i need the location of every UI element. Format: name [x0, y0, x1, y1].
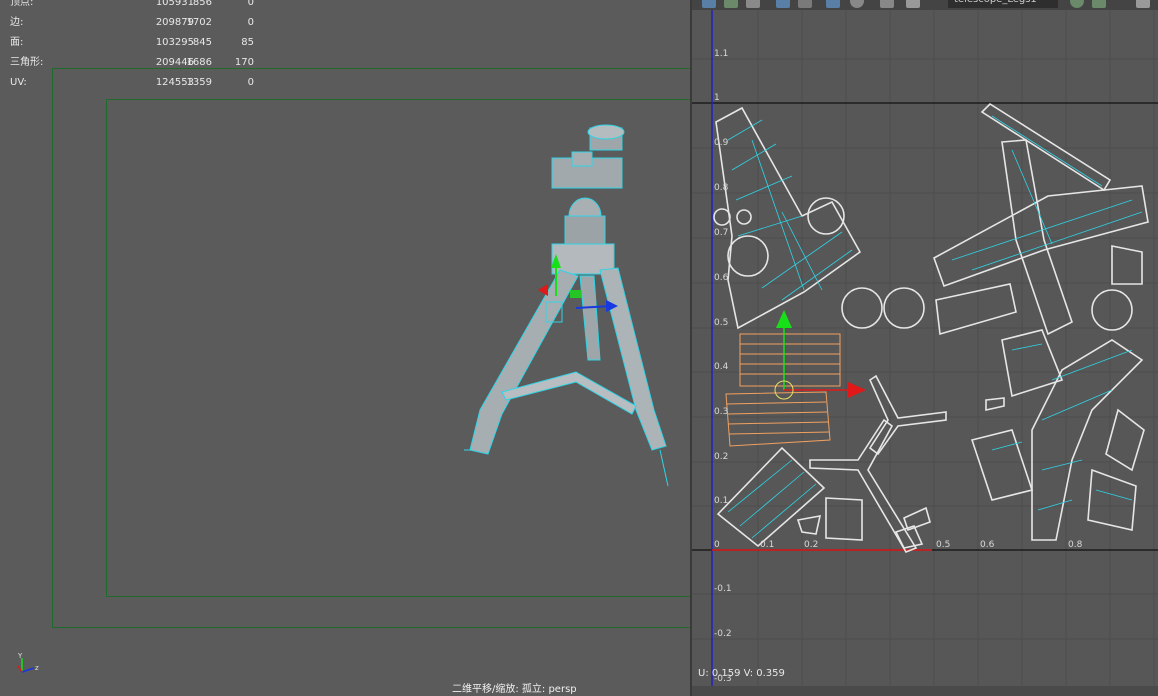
uv-shell-disc — [1091, 289, 1133, 331]
uv-toolbar-button[interactable] — [746, 0, 760, 8]
camera-top — [571, 151, 593, 167]
uv-toolbar-button[interactable] — [906, 0, 920, 8]
manipulator-plane-handle[interactable] — [570, 290, 582, 298]
uv-shell-panel — [935, 283, 1017, 336]
uv-u-tick: 0.8 — [1068, 540, 1083, 550]
uv-shell-disc — [727, 235, 769, 277]
uv-v-tick: 1 — [714, 93, 720, 103]
uv-toolbar-button[interactable] — [1070, 0, 1084, 8]
uv-editor-panel[interactable]: telescope_Legs1 1.1 1 0.9 0.8 0.7 0.6 0.… — [690, 0, 1158, 696]
uv-shell-curve — [1031, 339, 1144, 541]
uv-toolbar-button[interactable] — [776, 0, 790, 8]
uv-manip-u-arrow[interactable] — [848, 382, 866, 398]
uv-u-tick: 0.1 — [760, 540, 775, 550]
foot-right — [659, 449, 669, 487]
tripod-leg-right — [599, 267, 667, 451]
uv-v-tick: 1.1 — [714, 49, 729, 59]
uv-shell-arm — [933, 185, 1149, 288]
hud-value: 170 — [234, 57, 254, 68]
uv-u-tick: 0.6 — [980, 540, 995, 550]
uv-v-tick: 0.8 — [714, 183, 729, 193]
uv-toolbar-button[interactable] — [1136, 0, 1150, 8]
hud-value: 1686 — [186, 57, 212, 68]
uv-shell-wedge — [796, 514, 822, 535]
hud-label: 面: — [10, 37, 24, 48]
hud-value: 0 — [247, 77, 254, 88]
uv-coordinate-readout: U: 0.159 V: 0.359 — [698, 668, 785, 679]
uv-shell-ring — [841, 287, 883, 329]
hud-label: UV: — [10, 77, 27, 88]
uv-shell-y-piece — [868, 374, 947, 456]
uv-shell-disc — [807, 197, 845, 235]
uv-u-tick: 0.2 — [804, 540, 819, 550]
uv-v-tick: 0.3 — [714, 407, 729, 417]
uv-toolbar-button[interactable] — [850, 0, 864, 8]
hud-value: 85 — [241, 37, 254, 48]
uv-shell-strip — [980, 102, 1112, 192]
uv-shell-block — [970, 429, 1034, 501]
uv-shell-block — [903, 506, 931, 532]
hud-value: 0 — [247, 0, 254, 8]
uv-shell-block — [1001, 329, 1064, 398]
uv-toolbar-button[interactable] — [1092, 0, 1106, 8]
uv-v-tick: 0 — [714, 540, 720, 550]
uv-v-tick: 0.6 — [714, 273, 729, 283]
hud-value: 0 — [247, 17, 254, 28]
gizmo-z-label: z — [35, 664, 39, 672]
mount-knob — [587, 124, 625, 140]
uv-v-tick: -0.2 — [714, 629, 732, 639]
uv-toolbar-button[interactable] — [724, 0, 738, 8]
hud-value: 845 — [192, 37, 212, 48]
uv-shell-disc — [713, 208, 731, 226]
uv-toolbar-button[interactable] — [798, 0, 812, 8]
hud-value: 1702 — [186, 17, 212, 28]
3d-viewport[interactable]: 顶点: 105931 856 0 边: 209879 1702 0 面: 103… — [0, 0, 690, 696]
uv-v-tick: -0.1 — [714, 584, 732, 594]
uv-shell-block — [1111, 245, 1143, 285]
uv-v-tick: 0.9 — [714, 138, 729, 148]
uv-selected-shell[interactable] — [739, 333, 841, 387]
uv-u-tick: 0.5 — [936, 540, 951, 550]
gizmo-y-label: Y — [17, 652, 23, 660]
tripod-leg-back — [579, 275, 601, 361]
uv-shell-disc — [736, 209, 752, 225]
uv-shell-panel — [716, 446, 826, 548]
hud-label: 三角形: — [10, 57, 44, 68]
uv-v-tick: 0.1 — [714, 496, 729, 506]
uv-grid[interactable] — [692, 0, 1158, 696]
hud-value: 1359 — [186, 77, 212, 88]
uv-v-tick: 0.2 — [714, 452, 729, 462]
uv-shell-block — [1087, 468, 1137, 531]
hud-label: 顶点: — [10, 0, 34, 8]
uv-toolbar-button[interactable] — [880, 0, 894, 8]
view-axis-gizmo: Y z — [17, 652, 39, 673]
uv-v-tick: 0.5 — [714, 318, 729, 328]
uv-v-tick: 0.4 — [714, 362, 729, 372]
uv-bottom-strip — [692, 686, 1158, 696]
tripod-leg-left — [469, 269, 579, 455]
hud-label: 边: — [10, 17, 24, 28]
uv-selected-shell[interactable] — [725, 391, 831, 447]
uv-v-tick: 0.7 — [714, 228, 729, 238]
uv-toolbar: telescope_Legs1 — [692, 0, 1158, 10]
uv-shell-block — [825, 497, 863, 541]
uv-manip-v-arrow[interactable] — [776, 310, 792, 328]
manipulator-x-arrow[interactable] — [538, 284, 548, 296]
uv-grid-lines — [692, 0, 1158, 696]
uv-shell-bolt — [985, 397, 1005, 411]
viewport-status: 二维平移/缩放: 孤立: persp — [452, 684, 577, 695]
tripod-model[interactable] — [440, 110, 690, 510]
uv-toolbar-button[interactable] — [702, 0, 716, 8]
uv-set-field[interactable]: telescope_Legs1 — [948, 0, 1058, 8]
uv-shell-column — [1001, 139, 1073, 336]
uv-toolbar-button[interactable] — [826, 0, 840, 8]
hud-value: 856 — [192, 0, 212, 8]
uv-shell-block — [1105, 408, 1145, 472]
gizmo-z-axis — [21, 667, 35, 673]
